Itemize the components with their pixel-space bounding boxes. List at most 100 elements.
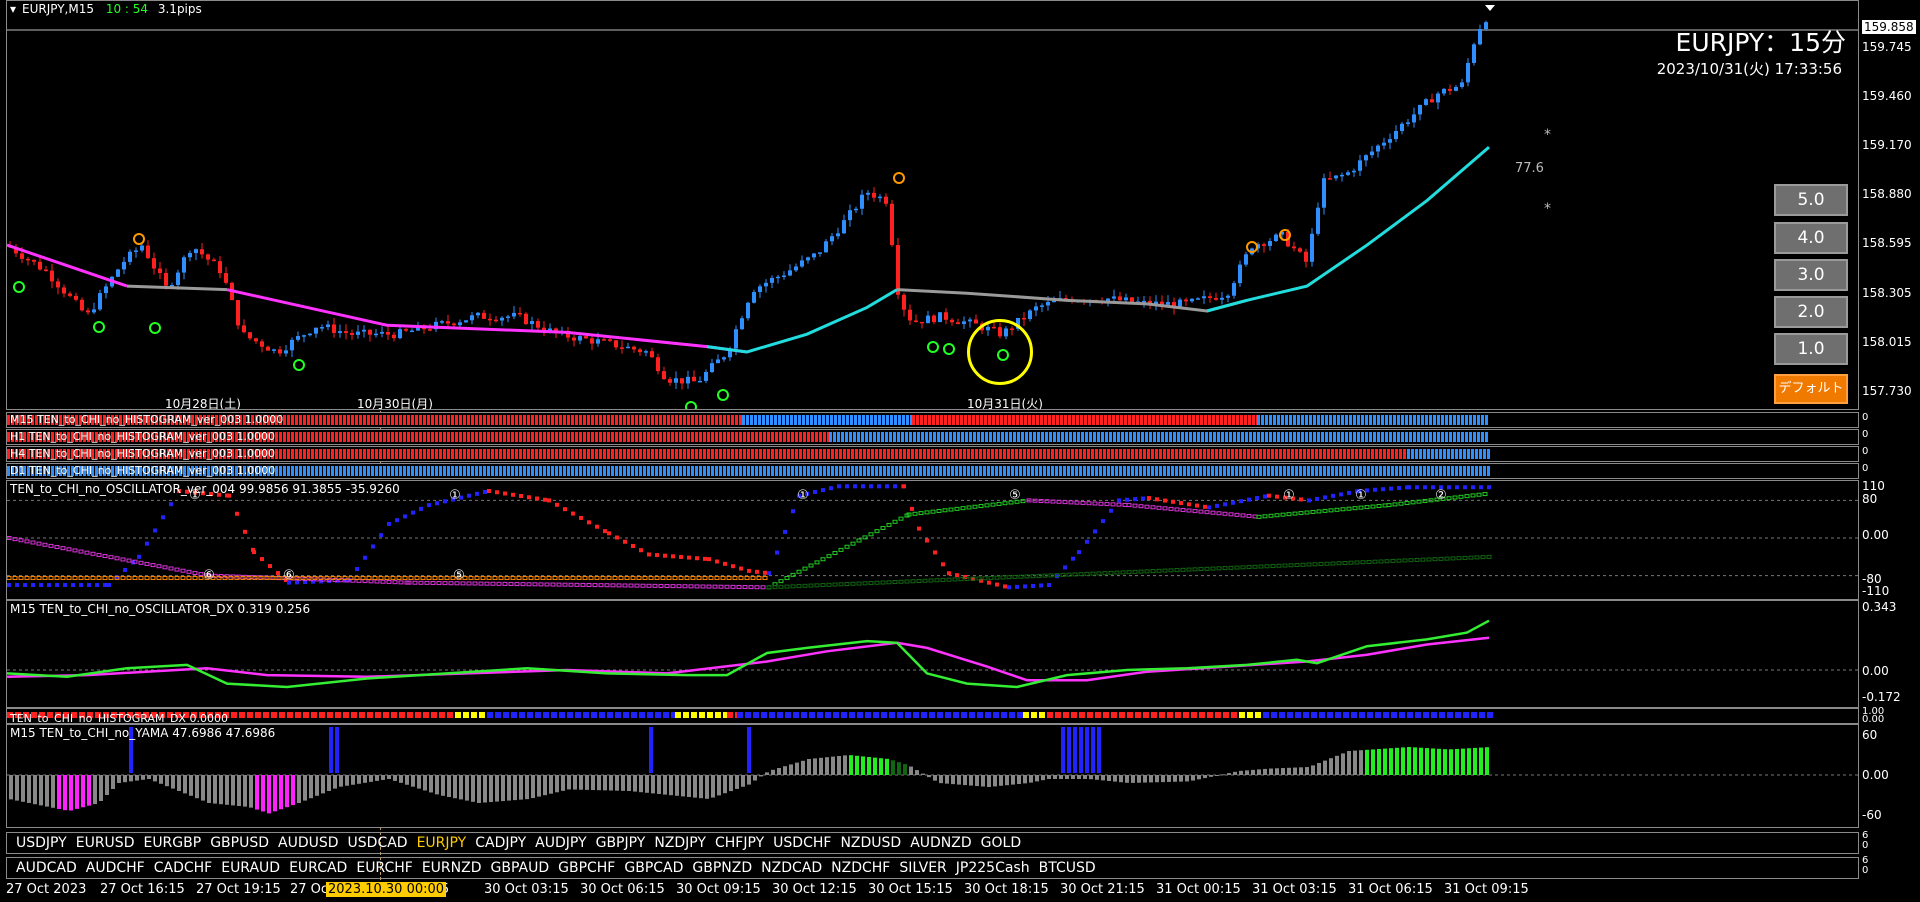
histogram-bar	[683, 415, 686, 425]
osc-main-dot	[695, 556, 699, 561]
symbol-audjpy[interactable]: AUDJPY	[535, 835, 586, 851]
hist-dx-square	[1031, 712, 1037, 718]
histogram-bar	[359, 466, 362, 476]
histogram-bar	[555, 432, 558, 442]
tf-button-3[interactable]: 3.0	[1774, 259, 1848, 291]
chart-menu-icon[interactable]: ▾	[10, 2, 18, 16]
oscillator-dx-panel[interactable]: M15 TEN_to_CHI_no_OSCILLATOR_DX 0.319 0.…	[6, 600, 1859, 708]
symbol-euraud[interactable]: EURAUD	[221, 860, 280, 876]
symbol-audcad[interactable]: AUDCAD	[16, 860, 77, 876]
symbol-eurchf[interactable]: EURCHF	[356, 860, 412, 876]
osc-main-dot	[15, 583, 19, 587]
symbol-gbpcad[interactable]: GBPCAD	[624, 860, 683, 876]
hist-dx-square	[1039, 712, 1045, 718]
osc-long-dot	[1468, 555, 1474, 560]
symbol-usdchf[interactable]: USDCHF	[773, 835, 831, 851]
yama-bar	[1047, 775, 1051, 779]
symbol-usdjpy[interactable]: USDJPY	[16, 835, 67, 851]
symbol-eurcad[interactable]: EURCAD	[289, 860, 347, 876]
osc-main-dot	[1479, 485, 1483, 490]
osc-band-dot	[7, 575, 12, 580]
main-price-chart[interactable]: ▾ EURJPY,M15 10 : 54 3.1pips EURJPY：15分 …	[6, 0, 1859, 410]
symbol-gold[interactable]: GOLD	[981, 835, 1021, 851]
osc-slow-dot	[436, 581, 442, 586]
default-button[interactable]: デフォルト	[1774, 374, 1848, 404]
histogram-bar	[379, 449, 382, 459]
candle-body	[140, 245, 144, 251]
yama-bar	[471, 775, 475, 802]
histogram-bar	[379, 415, 382, 425]
osc-band-dot	[660, 575, 666, 580]
tf-button-4[interactable]: 4.0	[1774, 222, 1848, 254]
symbol-chfjpy[interactable]: CHFJPY	[715, 835, 764, 851]
yama-bar	[903, 764, 907, 775]
osc-slow-dot	[802, 566, 808, 571]
strip-title-m15: M15 TEN_to_CHI_no_HISTOGRAM_ver_003 1.00…	[10, 413, 284, 426]
yama-bar	[1143, 775, 1147, 783]
symbol-jp225cash[interactable]: JP225Cash	[956, 860, 1030, 876]
hist-dx-square	[551, 712, 557, 718]
yama-panel[interactable]: M15 TEN_to_CHI_no_YAMA 47.6986 47.6986	[6, 724, 1859, 828]
histogram-bar	[1047, 466, 1050, 476]
histogram-bar	[882, 415, 885, 425]
symbol-silver[interactable]: SILVER	[899, 860, 946, 876]
yama-bar	[429, 775, 433, 793]
symbol-usdcad[interactable]: USDCAD	[348, 835, 408, 851]
histogram-bar	[1240, 415, 1243, 425]
symbol-eurgbp[interactable]: EURGBP	[143, 835, 201, 851]
time-axis[interactable]: 27 Oct 2023 27 Oct 16:15 27 Oct 19:15 27 Oc…	[0, 880, 1920, 902]
candle-body	[1166, 302, 1170, 305]
histogram-bar	[363, 449, 366, 459]
symbol-eurusd[interactable]: EURUSD	[76, 835, 135, 851]
histogram-bar	[1099, 449, 1102, 459]
histogram-bar	[639, 466, 642, 476]
candle-body	[86, 310, 90, 313]
tf-button-2[interactable]: 2.0	[1774, 296, 1848, 328]
symbol-gbpjpy[interactable]: GBPJPY	[596, 835, 646, 851]
histogram-dx-strip[interactable]: TEN_to_CHI_no_HISTOGRAM_DX 0.0000	[6, 708, 1859, 724]
symbol-cadjpy[interactable]: CADJPY	[475, 835, 526, 851]
symbol-eurjpy[interactable]: EURJPY	[417, 835, 467, 851]
crosshair-time-tag: 2023.10.30 00:00	[326, 882, 447, 897]
price-axis[interactable]: 159.858 159.745 159.460 159.170 158.880 …	[1860, 0, 1920, 410]
histogram-bar	[913, 432, 916, 442]
yama-bar	[1005, 775, 1009, 786]
yama-bar	[219, 775, 223, 805]
symbol-gbpchf[interactable]: GBPCHF	[558, 860, 615, 876]
tf-button-1[interactable]: 1.0	[1774, 333, 1848, 365]
histogram-bar	[1365, 415, 1368, 425]
histogram-bar	[1281, 432, 1284, 442]
symbol-eurnzd[interactable]: EURNZD	[422, 860, 482, 876]
symbol-nzdusd[interactable]: NZDUSD	[840, 835, 901, 851]
symbol-nzdcad[interactable]: NZDCAD	[761, 860, 822, 876]
hist-dx-square	[383, 712, 389, 718]
histogram-bar	[311, 466, 314, 476]
symbol-gbpusd[interactable]: GBPUSD	[210, 835, 269, 851]
symbol-audusd[interactable]: AUDUSD	[278, 835, 339, 851]
hist-dx-square	[1415, 712, 1421, 718]
histogram-bar	[647, 466, 650, 476]
histogram-strip-m15[interactable]: M15 TEN_to_CHI_no_HISTOGRAM_ver_003 1.00…	[6, 412, 1859, 428]
symbol-audchf[interactable]: AUDCHF	[86, 860, 145, 876]
symbol-gbpnzd[interactable]: GBPNZD	[692, 860, 752, 876]
histogram-bar	[875, 466, 878, 476]
histogram-bar	[815, 466, 818, 476]
symbol-nzdjpy[interactable]: NZDJPY	[654, 835, 706, 851]
symbol-gbpaud[interactable]: GBPAUD	[491, 860, 550, 876]
histogram-strip-h1[interactable]: H1 TEN_to_CHI_no_HISTOGRAM_ver_003 1.000…	[6, 429, 1859, 445]
symbol-audnzd[interactable]: AUDNZD	[910, 835, 971, 851]
tf-button-5[interactable]: 5.0	[1774, 184, 1848, 216]
symbol-cadchf[interactable]: CADCHF	[154, 860, 213, 876]
histogram-strip-d1[interactable]: D1 TEN_to_CHI_no_HISTOGRAM_ver_003 1.000…	[6, 463, 1859, 479]
histogram-bar	[1003, 449, 1006, 459]
symbol-btcusd[interactable]: BTCUSD	[1039, 860, 1096, 876]
yama-bar	[843, 755, 847, 775]
osc-long-dot	[838, 582, 844, 587]
histogram-bar	[1244, 415, 1247, 425]
symbol-nzdchf[interactable]: NZDCHF	[831, 860, 890, 876]
histogram-bar	[419, 432, 422, 442]
osc-long-dot	[1198, 567, 1204, 572]
oscillator-panel[interactable]: ①⑥⑥⑤①①⑤①①② TEN_to_CHI_no_OSCILLATOR_ver_…	[6, 480, 1859, 600]
candlestick-plot[interactable]	[7, 1, 1858, 409]
histogram-strip-h4[interactable]: H4 TEN_to_CHI_no_HISTOGRAM_ver_003 1.000…	[6, 446, 1859, 462]
